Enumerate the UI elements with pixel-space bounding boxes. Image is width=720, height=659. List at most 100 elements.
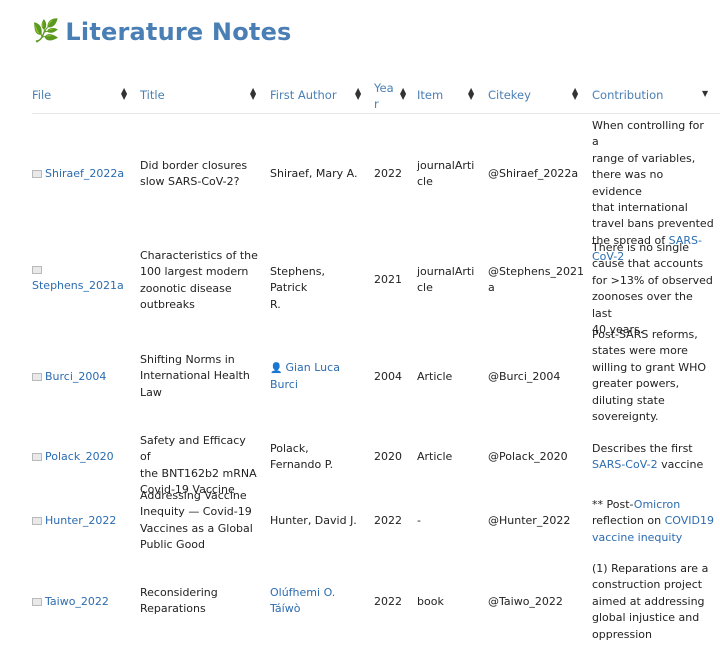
sort-icon[interactable]: ▲ ▼ [400, 87, 406, 101]
contribution-cell: There is no single cause that accounts f… [592, 240, 714, 338]
column-header-file[interactable]: File [32, 88, 51, 102]
author-line: Olúfhemi O. [270, 586, 336, 599]
title-line: 100 largest modern [140, 265, 249, 279]
note-file-icon [32, 453, 42, 462]
omicron-link[interactable]: Omicron [634, 498, 680, 511]
item-cell: Article [417, 369, 475, 385]
sort-icon[interactable]: ▲ ▼ [355, 87, 361, 101]
citekey-cell: @Polack_2020 [488, 449, 582, 465]
contribution-line: greater powers, [592, 377, 680, 391]
contribution-line: ** Post- [592, 498, 634, 511]
file-name[interactable]: Polack_2020 [45, 449, 114, 465]
title-line: outbreaks [140, 298, 195, 312]
file-link[interactable]: Polack_2020 [32, 449, 114, 465]
sort-desc-icon[interactable]: ▼ [702, 90, 708, 98]
author-line: R. [270, 297, 281, 311]
year-cell: 2022 [374, 514, 402, 527]
file-link[interactable]: Taiwo_2022 [32, 594, 109, 610]
contribution-line: global injustice and [592, 611, 700, 625]
author-cell: Stephens, Patrick R. [270, 264, 364, 313]
contribution-line: There is no single [592, 241, 690, 254]
note-file-icon [32, 517, 42, 526]
note-file-icon [32, 373, 42, 382]
file-link[interactable]: Burci_2004 [32, 369, 106, 385]
covid19-link[interactable]: COVID19 [665, 514, 714, 527]
author-line: Hunter, David J. [270, 514, 357, 527]
sort-icon[interactable]: ▲ ▼ [468, 87, 474, 101]
file-name[interactable]: Burci_2004 [45, 369, 106, 385]
contribution-cell: Describes the first SARS-CoV-2 vaccine [592, 441, 714, 474]
column-header-title[interactable]: Title [140, 88, 165, 102]
citekey-line: @Stephens_2021 [488, 265, 584, 278]
column-header-item[interactable]: Item [417, 88, 443, 102]
column-header-year[interactable]: Yea r [374, 80, 394, 112]
title-cell: Characteristics of the 100 largest moder… [140, 248, 258, 314]
column-header-contribution[interactable]: Contribution [592, 88, 663, 102]
header-divider [32, 113, 720, 114]
item-cell: journalArti cle [417, 158, 475, 191]
citekey-line: @Shiraef_2022a [488, 167, 579, 180]
contribution-line: reflection on [592, 514, 665, 528]
author-link[interactable]: 👤 Gian Luca Burci [270, 360, 364, 394]
herb-leaf-icon: 🌿 [32, 19, 60, 44]
literature-notes-page: 🌿 Literature Notes File ▲ ▼ Title ▲ ▼ Firs… [0, 0, 720, 659]
author-line: Gian Luca [285, 361, 340, 374]
file-link[interactable]: Shiraef_2022a [32, 166, 124, 182]
note-file-icon [32, 266, 42, 274]
year-cell: 2021 [374, 273, 402, 286]
note-file-icon [32, 598, 42, 607]
item-cell: Article [417, 449, 475, 465]
author-cell: Hunter, David J. [270, 513, 364, 529]
title-line: Characteristics of the [140, 249, 258, 262]
author-cell: Shiraef, Mary A. [270, 166, 364, 182]
file-name[interactable]: Stephens_2021a [32, 279, 124, 292]
citekey-line: @Taiwo_2022 [488, 595, 563, 608]
column-header-first-author[interactable]: First Author [270, 88, 337, 102]
title-cell: Shifting Norms in International Health L… [140, 352, 258, 401]
sort-icon[interactable]: ▲ ▼ [121, 87, 127, 101]
contribution-line: states were more [592, 344, 688, 358]
file-name[interactable]: Shiraef_2022a [45, 166, 124, 182]
item-line: Article [417, 450, 453, 463]
contribution-line: (1) Reparations are a [592, 562, 709, 575]
title-line: the BNT162b2 mRNA [140, 466, 257, 480]
page-title: 🌿 Literature Notes [32, 14, 292, 50]
item-line: cle [417, 281, 433, 295]
vaccine-inequity-link[interactable]: vaccine inequity [592, 531, 682, 544]
file-name[interactable]: Hunter_2022 [45, 513, 116, 529]
citekey-line: @Polack_2020 [488, 450, 568, 463]
item-line: journalArti [417, 265, 475, 278]
title-line: Inequity — Covid-19 [140, 505, 252, 519]
column-header-year-line2: r [374, 97, 379, 111]
file-name[interactable]: Taiwo_2022 [45, 594, 109, 610]
author-link[interactable]: Olúfhemi O. Táíwò [270, 585, 364, 618]
contribution-line: Post-SARS reforms, [592, 328, 698, 341]
note-file-icon [32, 170, 42, 179]
title-cell: Did border closures slow SARS-CoV-2? [140, 158, 258, 191]
sort-icon[interactable]: ▲ ▼ [250, 87, 256, 101]
sort-icon[interactable]: ▲ ▼ [572, 87, 578, 101]
citekey-line: a [488, 281, 495, 295]
citekey-cell: @Shiraef_2022a [488, 166, 582, 182]
person-icon: 👤 [270, 363, 283, 374]
page-title-text: Literature Notes [65, 18, 292, 46]
column-header-citekey[interactable]: Citekey [488, 88, 531, 102]
title-line: International Health [140, 369, 250, 383]
author-line: Polack, [270, 442, 309, 455]
contribution-line: that international [592, 201, 688, 215]
sars-cov-2-link[interactable]: SARS-CoV-2 [592, 458, 658, 471]
title-line: Did border closures [140, 159, 248, 172]
year-cell: 2020 [374, 450, 402, 463]
title-line: Safety and Efficacy of [140, 434, 246, 464]
contribution-cell: Post-SARS reforms, states were more will… [592, 327, 714, 425]
contribution-line: construction project [592, 578, 703, 592]
file-link[interactable]: Stephens_2021a [32, 262, 124, 295]
citekey-cell: @Hunter_2022 [488, 513, 582, 529]
contribution-line: zoonoses over the last [592, 290, 693, 320]
contribution-line: When controlling for a [592, 119, 704, 149]
citekey-cell: @Burci_2004 [488, 369, 582, 385]
title-line: Addressing Vaccine [140, 489, 247, 502]
contribution-cell: (1) Reparations are a construction proje… [592, 561, 714, 643]
file-link[interactable]: Hunter_2022 [32, 513, 116, 529]
title-cell: Addressing Vaccine Inequity — Covid-19 V… [140, 488, 258, 554]
